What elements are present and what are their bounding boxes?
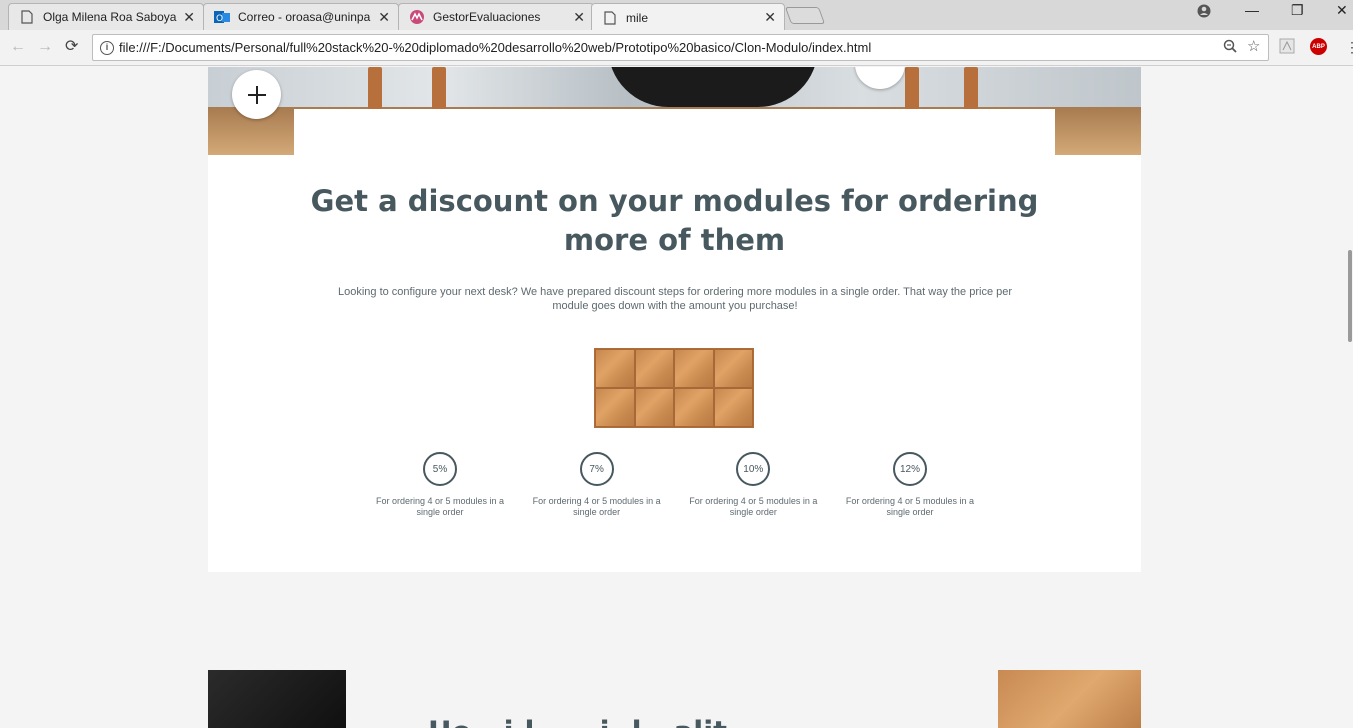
- discount-intro: Looking to configure your next desk? We …: [337, 286, 1013, 312]
- tab-title: Correo - oroasa@uninpa: [238, 10, 371, 24]
- address-bar[interactable]: i file:///F:/Documents/Personal/full%20s…: [92, 34, 1269, 61]
- abp-label: ABP: [1312, 43, 1325, 50]
- page-scrollbar[interactable]: [1348, 250, 1352, 342]
- desk-leg: [964, 67, 978, 109]
- discount-badge: 10%: [736, 452, 771, 486]
- close-tab-icon[interactable]: ✕: [183, 9, 195, 26]
- profile-icon[interactable]: [1197, 4, 1211, 21]
- discount-card-top: [294, 109, 1055, 155]
- desk-leg: [905, 67, 919, 109]
- discount-step: 12% For ordering 4 or 5 modules in a sin…: [840, 452, 980, 518]
- svg-text:O: O: [216, 14, 223, 24]
- tab-strip: Olga Milena Roa Saboya ✕ O Correo - oroa…: [0, 0, 1353, 31]
- tab-4-active[interactable]: mile ✕: [591, 3, 785, 31]
- module-tile: [595, 349, 635, 388]
- zoom-icon[interactable]: [1223, 39, 1237, 57]
- browser-toolbar: ← → ⟳ i file:///F:/Documents/Personal/fu…: [0, 30, 1353, 66]
- next-section-wood-image: [998, 670, 1141, 728]
- chair-graphic: [608, 67, 818, 107]
- tab-title: GestorEvaluaciones: [433, 10, 541, 24]
- plus-icon: [247, 85, 266, 104]
- tab-1[interactable]: Olga Milena Roa Saboya ✕: [8, 3, 204, 30]
- close-tab-icon[interactable]: ✕: [573, 9, 585, 26]
- discount-heading: Get a discount on your modules for order…: [310, 184, 1039, 257]
- discount-description: For ordering 4 or 5 modules in a single …: [532, 496, 661, 517]
- discount-step: 5% For ordering 4 or 5 modules in a sing…: [370, 452, 510, 518]
- discount-step: 10% For ordering 4 or 5 modules in a sin…: [683, 452, 823, 518]
- reload-icon[interactable]: ⟳: [65, 36, 78, 56]
- discount-description: For ordering 4 or 5 modules in a single …: [689, 496, 818, 517]
- module-tile: [674, 388, 714, 427]
- discount-description: For ordering 4 or 5 modules in a single …: [375, 496, 505, 517]
- discount-step: 7% For ordering 4 or 5 modules in a sing…: [527, 452, 667, 518]
- module-tile: [713, 349, 753, 388]
- add-hotspot-button[interactable]: [232, 70, 281, 119]
- module-tile: [634, 388, 674, 427]
- module-tile: [674, 349, 714, 388]
- next-section-heading-cropped: Uo ..i.l.. ...i..l ..alit.: [428, 715, 738, 728]
- gestor-app-icon: [409, 9, 425, 25]
- outlook-icon: O: [214, 9, 230, 25]
- discount-badge: 12%: [892, 452, 927, 486]
- tab-title: Olga Milena Roa Saboya: [43, 10, 177, 24]
- close-window-icon[interactable]: ✕: [1336, 2, 1348, 19]
- pdf-extension-icon[interactable]: [1279, 38, 1295, 59]
- bookmark-star-icon[interactable]: ☆: [1247, 37, 1260, 55]
- tab-title: mile: [626, 10, 649, 25]
- desk-leg: [432, 67, 446, 109]
- minimize-icon[interactable]: —: [1245, 2, 1259, 18]
- next-section-dark-image: [208, 670, 346, 728]
- discount-badge: 5%: [423, 452, 457, 486]
- document-icon: [19, 9, 35, 25]
- module-grid-image: [594, 348, 754, 428]
- document-icon: [602, 10, 618, 26]
- close-tab-icon[interactable]: ✕: [378, 9, 390, 26]
- back-arrow-icon[interactable]: ←: [10, 38, 26, 56]
- tab-3[interactable]: GestorEvaluaciones ✕: [398, 3, 594, 30]
- menu-kebab-icon[interactable]: ⋮: [1345, 39, 1353, 56]
- discount-badge: 7%: [579, 452, 614, 486]
- desk-leg: [368, 67, 382, 109]
- forward-arrow-icon[interactable]: →: [37, 38, 53, 56]
- restore-icon[interactable]: ❐: [1291, 2, 1304, 19]
- new-tab-button[interactable]: [784, 7, 826, 24]
- adblock-plus-icon[interactable]: ABP: [1310, 38, 1327, 55]
- module-tile: [595, 388, 635, 427]
- module-tile: [713, 388, 753, 427]
- tab-2[interactable]: O Correo - oroasa@uninpa ✕: [203, 3, 399, 30]
- url-text: file:///F:/Documents/Personal/full%20sta…: [119, 40, 872, 55]
- discount-description: For ordering 4 or 5 modules in a single …: [845, 496, 974, 517]
- info-icon[interactable]: i: [100, 41, 114, 55]
- page-viewport: Get a discount on your modules for order…: [0, 67, 1353, 728]
- module-tile: [634, 349, 674, 388]
- discount-steps: 5% For ordering 4 or 5 modules in a sing…: [370, 452, 980, 518]
- close-tab-icon[interactable]: ✕: [764, 9, 776, 26]
